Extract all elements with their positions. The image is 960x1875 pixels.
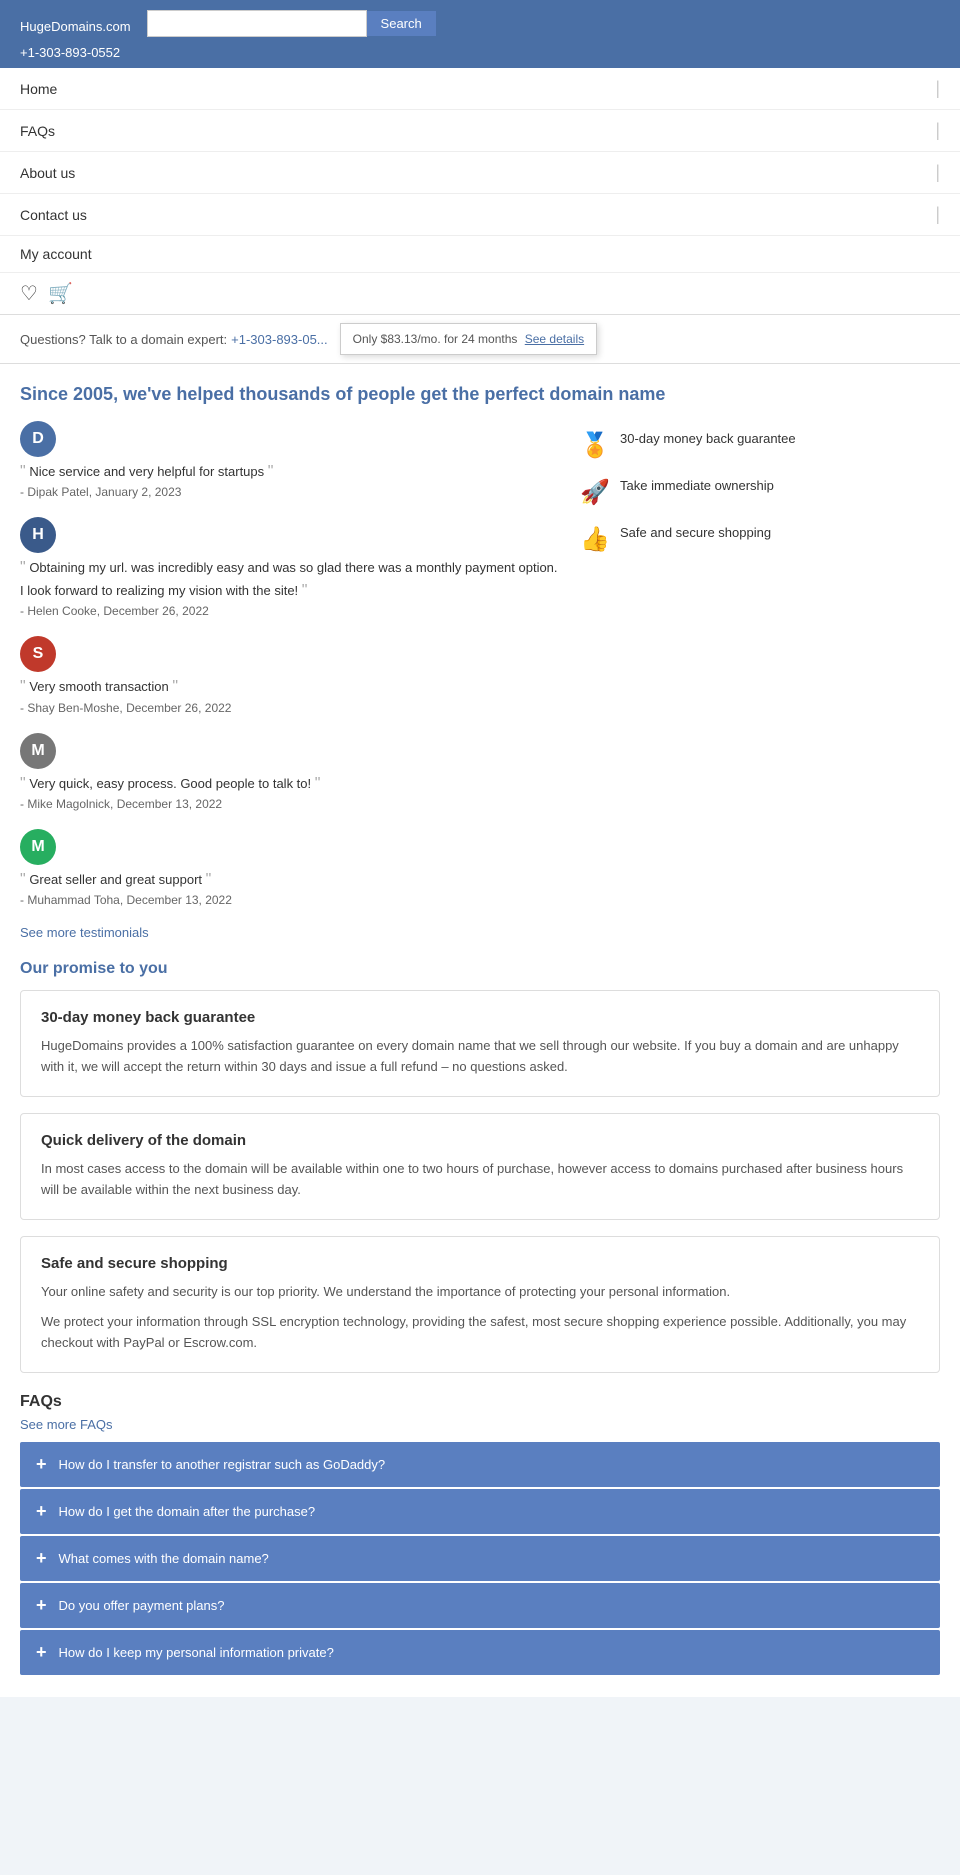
site-logo: HugeDomains.com (20, 11, 131, 37)
search-form: Search (147, 10, 436, 37)
nav-icon-bar: ♡ 🛒 (0, 273, 960, 314)
feature-text-0: 30-day money back guarantee (620, 431, 796, 446)
logo-suffix: .com (102, 19, 130, 34)
search-input[interactable] (147, 10, 367, 37)
search-button[interactable]: Search (367, 11, 436, 36)
medal-icon: 🏅 (580, 431, 610, 460)
quote-text-4: " Great seller and great support " (20, 869, 560, 891)
faq-plus-4: + (36, 1642, 47, 1663)
main-content: Since 2005, we've helped thousands of pe… (0, 364, 960, 1697)
tooltip-bar: Questions? Talk to a domain expert: +1-3… (0, 315, 960, 364)
promise-card-0: 30-day money back guarantee HugeDomains … (20, 990, 940, 1097)
testimonial-2: S " Very smooth transaction " - Shay Ben… (20, 636, 560, 714)
testimonial-3: M " Very quick, easy process. Good peopl… (20, 733, 560, 811)
promise-card-title-2: Safe and secure shopping (41, 1255, 919, 1272)
faq-label-3: Do you offer payment plans? (59, 1598, 225, 1613)
tooltip-popup-link[interactable]: See details (525, 332, 584, 346)
rocket-icon: 🚀 (580, 478, 610, 507)
cart-icon[interactable]: 🛒 (48, 281, 73, 306)
nav-item-home[interactable]: Home | (0, 68, 960, 110)
quote-author-1: - Helen Cooke, December 26, 2022 (20, 604, 560, 618)
quote-author-3: - Mike Magolnick, December 13, 2022 (20, 797, 560, 811)
logo-text: HugeDomains (20, 19, 102, 34)
promise-card-title-0: 30-day money back guarantee (41, 1009, 919, 1026)
avatar-muhammad: M (20, 829, 56, 865)
faq-label-0: How do I transfer to another registrar s… (59, 1457, 386, 1472)
avatar-helen: H (20, 517, 56, 553)
promise-card-text-1: In most cases access to the domain will … (41, 1159, 919, 1201)
header-phone: +1-303-893-0552 (20, 45, 940, 60)
testimonial-0: D " Nice service and very helpful for st… (20, 421, 560, 499)
nav-item-faqs[interactable]: FAQs | (0, 110, 960, 152)
faq-label-1: How do I get the domain after the purcha… (59, 1504, 316, 1519)
features-list: 🏅 30-day money back guarantee 🚀 Take imm… (580, 421, 940, 940)
faq-plus-2: + (36, 1548, 47, 1569)
faq-item-2[interactable]: + What comes with the domain name? (20, 1536, 940, 1581)
quote-author-2: - Shay Ben-Moshe, December 26, 2022 (20, 701, 560, 715)
nav-item-contact[interactable]: Contact us | (0, 194, 960, 236)
faq-label-2: What comes with the domain name? (59, 1551, 269, 1566)
promise-card-text-2a: Your online safety and security is our t… (41, 1282, 919, 1303)
promise-card-title-1: Quick delivery of the domain (41, 1132, 919, 1149)
quote-author-4: - Muhammad Toha, December 13, 2022 (20, 893, 560, 907)
promise-title: Our promise to you (20, 960, 940, 978)
feature-1: 🚀 Take immediate ownership (580, 478, 940, 507)
avatar-dipak: D (20, 421, 56, 457)
promise-card-text-0: HugeDomains provides a 100% satisfaction… (41, 1036, 919, 1078)
testimonial-1: H " Obtaining my url. was incredibly eas… (20, 517, 560, 618)
section-title: Since 2005, we've helped thousands of pe… (20, 384, 940, 405)
feature-text-2: Safe and secure shopping (620, 525, 771, 540)
faq-plus-3: + (36, 1595, 47, 1616)
nav-divider-about: | (935, 162, 940, 183)
avatar-mike: M (20, 733, 56, 769)
testimonials-list: D " Nice service and very helpful for st… (20, 421, 560, 940)
faqs-section: FAQs See more FAQs + How do I transfer t… (20, 1393, 940, 1675)
feature-0: 🏅 30-day money back guarantee (580, 431, 940, 460)
faq-item-4[interactable]: + How do I keep my personal information … (20, 1630, 940, 1675)
faqs-title: FAQs (20, 1393, 940, 1411)
heart-icon[interactable]: ♡ (20, 281, 38, 306)
feature-2: 👍 Safe and secure shopping (580, 525, 940, 554)
tooltip-bubble: Only $83.13/mo. for 24 months See detail… (340, 323, 597, 355)
quote-text-3: " Very quick, easy process. Good people … (20, 773, 560, 795)
quote-author-0: - Dipak Patel, January 2, 2023 (20, 485, 560, 499)
testimonial-4: M " Great seller and great support " - M… (20, 829, 560, 907)
faq-item-1[interactable]: + How do I get the domain after the purc… (20, 1489, 940, 1534)
faq-plus-0: + (36, 1454, 47, 1475)
quote-text-1: " Obtaining my url. was incredibly easy … (20, 557, 560, 602)
nav-divider-home: | (935, 78, 940, 99)
promise-card-2: Safe and secure shopping Your online saf… (20, 1236, 940, 1373)
tooltip-phone[interactable]: +1-303-893-05... (231, 332, 327, 347)
site-header: HugeDomains.com Search +1-303-893-0552 (0, 0, 960, 68)
promise-card-text-2b: We protect your information through SSL … (41, 1312, 919, 1354)
feature-text-1: Take immediate ownership (620, 478, 774, 493)
promise-card-1: Quick delivery of the domain In most cas… (20, 1113, 940, 1220)
faq-label-4: How do I keep my personal information pr… (59, 1645, 334, 1660)
faq-item-0[interactable]: + How do I transfer to another registrar… (20, 1442, 940, 1487)
thumbsup-icon: 👍 (580, 525, 610, 554)
testimonials-features-row: D " Nice service and very helpful for st… (20, 421, 940, 940)
avatar-shay: S (20, 636, 56, 672)
faq-item-3[interactable]: + Do you offer payment plans? (20, 1583, 940, 1628)
tooltip-popup-text: Only $83.13/mo. for 24 months (353, 332, 518, 346)
see-more-faqs[interactable]: See more FAQs (20, 1417, 940, 1432)
nav-divider-faqs: | (935, 120, 940, 141)
see-more-testimonials[interactable]: See more testimonials (20, 925, 560, 940)
quote-text-2: " Very smooth transaction " (20, 676, 560, 698)
nav-item-about[interactable]: About us | (0, 152, 960, 194)
quote-text-0: " Nice service and very helpful for star… (20, 461, 560, 483)
nav-divider-contact: | (935, 204, 940, 225)
faq-plus-1: + (36, 1501, 47, 1522)
nav-item-account[interactable]: My account (0, 236, 960, 273)
tooltip-question: Questions? Talk to a domain expert: (20, 332, 227, 347)
navigation: Home | FAQs | About us | Contact us | My… (0, 68, 960, 315)
